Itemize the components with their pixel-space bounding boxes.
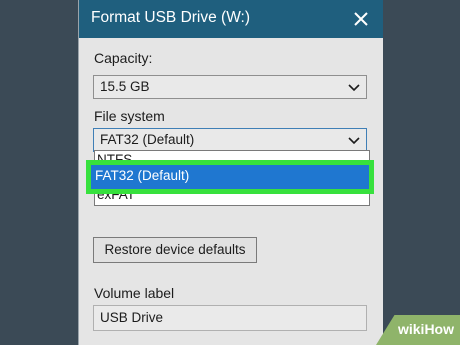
format-dialog: Format USB Drive (W:) Capacity: 15.5 GB … [78, 0, 383, 345]
chevron-down-icon [348, 84, 360, 92]
close-button[interactable] [347, 5, 375, 33]
filesystem-dropdown[interactable]: FAT32 (Default) [93, 128, 367, 152]
capacity-value: 15.5 GB [100, 79, 150, 94]
close-icon [354, 12, 368, 26]
wikihow-watermark: wikiHow [376, 315, 460, 345]
filesystem-value: FAT32 (Default) [100, 132, 195, 147]
volume-label-input[interactable]: USB Drive [93, 305, 367, 331]
volume-label-value: USB Drive [100, 310, 164, 325]
option-fat32-highlighted[interactable]: FAT32 (Default) [86, 160, 374, 194]
dialog-title: Format USB Drive (W:) [91, 9, 251, 26]
title-bar: Format USB Drive (W:) [79, 0, 383, 38]
option-exfat[interactable]: exFAT [97, 187, 135, 202]
restore-defaults-button[interactable]: Restore device defaults [93, 237, 257, 263]
chevron-down-icon [348, 137, 360, 145]
capacity-dropdown[interactable]: 15.5 GB [93, 75, 367, 99]
watermark-text: wikiHow [397, 321, 454, 337]
filesystem-label: File system [94, 108, 165, 124]
capacity-label: Capacity: [94, 50, 153, 66]
option-fat32-label: FAT32 (Default) [95, 168, 190, 183]
volume-label: Volume label [94, 285, 175, 301]
